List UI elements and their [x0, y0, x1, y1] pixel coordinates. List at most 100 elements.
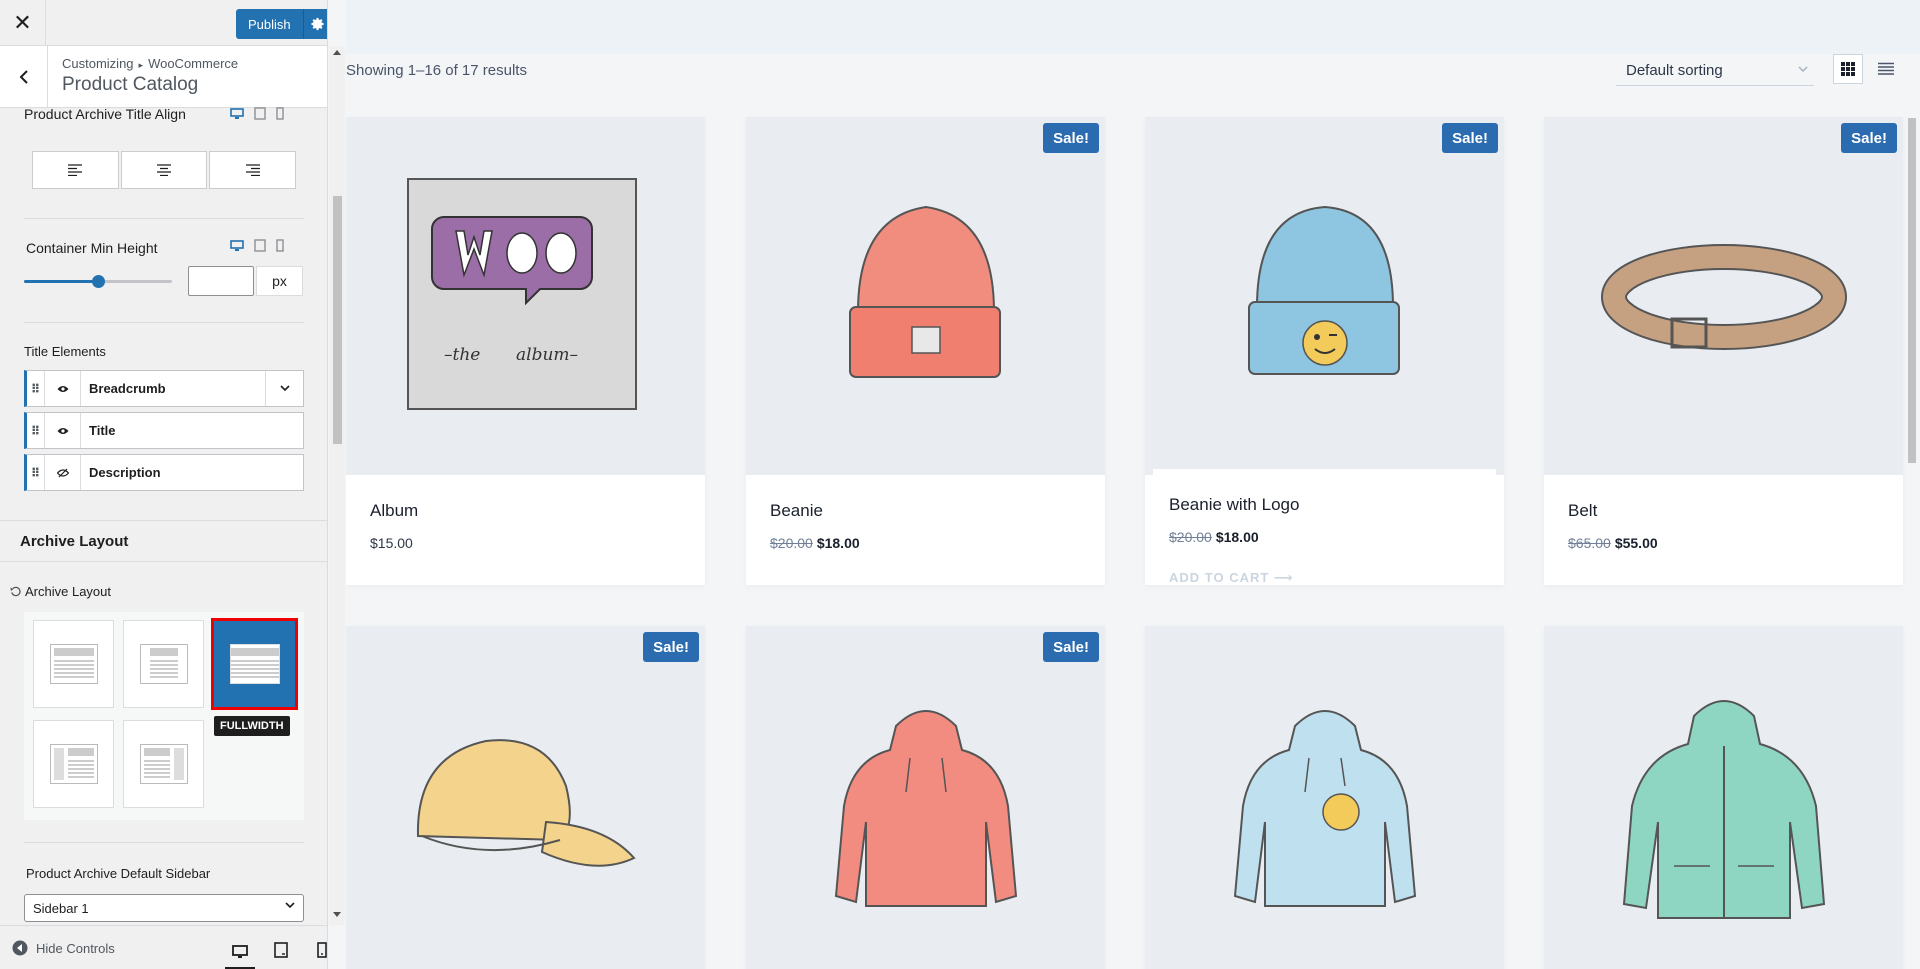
belt-illustration — [1601, 244, 1847, 350]
sort-select[interactable]: Default sorting — [1616, 56, 1814, 86]
product-image[interactable]: Sale! — [746, 117, 1105, 475]
hide-controls-label: Hide Controls — [36, 940, 115, 956]
expand-button[interactable] — [265, 371, 303, 406]
sidebar-scrollbar-thumb[interactable] — [333, 196, 342, 444]
add-to-cart-link[interactable]: ADD TO CART ⟶ — [1169, 570, 1294, 586]
drag-handle-icon[interactable]: ⠿ — [27, 371, 45, 406]
layout-left-sidebar-icon — [49, 744, 98, 784]
product-card[interactable]: Sale! Beanie $20.00 $18.00 — [746, 117, 1105, 585]
eye-hidden-icon — [56, 468, 69, 477]
title-element-label: Description — [89, 465, 161, 480]
layout-fullwidth-icon — [229, 644, 280, 684]
preview-mobile-button[interactable] — [307, 936, 327, 964]
mobile-icon[interactable] — [276, 107, 284, 120]
desktop-icon — [232, 944, 248, 958]
title-element-label: Breadcrumb — [89, 381, 166, 396]
grid-icon — [1841, 62, 1855, 76]
product-image[interactable] — [1544, 626, 1903, 969]
preview-desktop-button[interactable] — [225, 936, 255, 969]
min-height-unit-button[interactable]: px — [256, 266, 303, 296]
layout-tooltip: FULLWIDTH — [214, 716, 290, 736]
current-price: $18.00 — [1215, 529, 1259, 545]
preview-header-strip — [346, 0, 1920, 54]
product-card[interactable]: Sale! — [346, 626, 705, 969]
min-height-input[interactable] — [188, 266, 254, 296]
beanie-with-logo-illustration — [1248, 205, 1400, 375]
divider — [24, 842, 304, 843]
product-image[interactable] — [1145, 626, 1504, 969]
result-count: Showing 1–16 of 17 results — [346, 62, 527, 79]
min-height-slider-fill — [24, 280, 98, 283]
align-left-button[interactable] — [32, 151, 119, 189]
hide-controls-button[interactable]: Hide Controls — [12, 940, 115, 956]
sale-badge: Sale! — [1442, 123, 1498, 153]
title-element-label: Title — [89, 423, 116, 438]
product-image[interactable]: Sale! — [1145, 117, 1504, 475]
product-card[interactable] — [1544, 626, 1903, 969]
divider — [24, 322, 304, 323]
layout-right-sidebar-icon — [139, 744, 188, 784]
product-image[interactable]: Sale! — [1544, 117, 1903, 475]
visibility-toggle[interactable] — [45, 413, 81, 448]
desktop-icon[interactable] — [230, 107, 244, 120]
title-align-device-switcher — [230, 107, 284, 120]
list-view-button[interactable] — [1871, 54, 1901, 84]
mobile-icon[interactable] — [276, 239, 284, 252]
old-price: $65.00 — [1568, 535, 1611, 551]
preview-tablet-button[interactable] — [266, 936, 296, 964]
title-element-description[interactable]: ⠿ Description — [24, 454, 304, 491]
product-title[interactable]: Belt — [1568, 501, 1597, 521]
layout-option-normal[interactable] — [33, 620, 114, 708]
layout-option-right-sidebar[interactable] — [123, 720, 204, 808]
title-align-label: Product Archive Title Align — [24, 106, 186, 122]
product-title[interactable]: Album — [370, 501, 418, 521]
scroll-up-arrow[interactable] — [333, 50, 341, 55]
title-element-title[interactable]: ⠿ Title — [24, 412, 304, 449]
tablet-icon[interactable] — [254, 107, 266, 120]
min-height-slider-handle[interactable] — [92, 275, 105, 288]
product-card[interactable] — [1145, 626, 1504, 969]
layout-option-left-sidebar[interactable] — [33, 720, 114, 808]
product-image[interactable]: Sale! — [746, 626, 1105, 969]
eye-icon — [57, 427, 68, 434]
tablet-icon[interactable] — [254, 239, 266, 252]
sale-badge: Sale! — [1841, 123, 1897, 153]
product-title[interactable]: Beanie with Logo — [1169, 495, 1299, 515]
min-height-label: Container Min Height — [26, 240, 158, 256]
product-price: $20.00 $18.00 — [1169, 529, 1259, 545]
eye-icon — [57, 385, 68, 392]
product-title[interactable]: Beanie — [770, 501, 823, 521]
product-card[interactable]: Sale! — [746, 626, 1105, 969]
title-element-breadcrumb[interactable]: ⠿ Breadcrumb — [24, 370, 304, 407]
current-price: $18.00 — [816, 535, 860, 551]
current-price: $15.00 — [370, 535, 413, 551]
preview-scrollbar-thumb[interactable] — [1908, 118, 1916, 463]
layout-option-fullwidth[interactable] — [211, 618, 298, 710]
align-right-button[interactable] — [209, 151, 297, 189]
product-card[interactable]: –the album– Album $15.00 — [346, 117, 705, 585]
sidebar-scrollbar[interactable] — [329, 46, 345, 925]
desktop-icon[interactable] — [230, 239, 244, 252]
default-sidebar-select[interactable]: Sidebar 1 — [24, 894, 304, 922]
reset-icon[interactable] — [10, 586, 21, 597]
product-image[interactable]: –the album– — [346, 117, 705, 475]
product-price: $20.00 $18.00 — [770, 535, 860, 551]
drag-handle-icon[interactable]: ⠿ — [27, 413, 45, 448]
default-sidebar-value: Sidebar 1 — [33, 900, 89, 916]
product-image[interactable]: Sale! — [346, 626, 705, 969]
mobile-icon — [317, 942, 327, 958]
grid-view-button[interactable] — [1833, 54, 1863, 84]
scroll-down-arrow[interactable] — [333, 912, 341, 917]
visibility-toggle[interactable] — [45, 371, 81, 406]
align-center-button[interactable] — [120, 151, 208, 189]
layout-normal-icon — [49, 644, 98, 684]
product-hover-panel — [1153, 469, 1496, 585]
visibility-toggle[interactable] — [45, 455, 81, 490]
product-card[interactable]: Sale! Beanie with Logo $20.00 $18.00 ADD … — [1145, 117, 1504, 585]
layout-option-narrow[interactable] — [123, 620, 204, 708]
sort-value: Default sorting — [1626, 62, 1723, 79]
list-icon — [1878, 62, 1894, 75]
align-center-icon — [157, 164, 171, 176]
drag-handle-icon[interactable]: ⠿ — [27, 455, 45, 490]
product-card[interactable]: Sale! Belt $65.00 $55.00 — [1544, 117, 1903, 585]
